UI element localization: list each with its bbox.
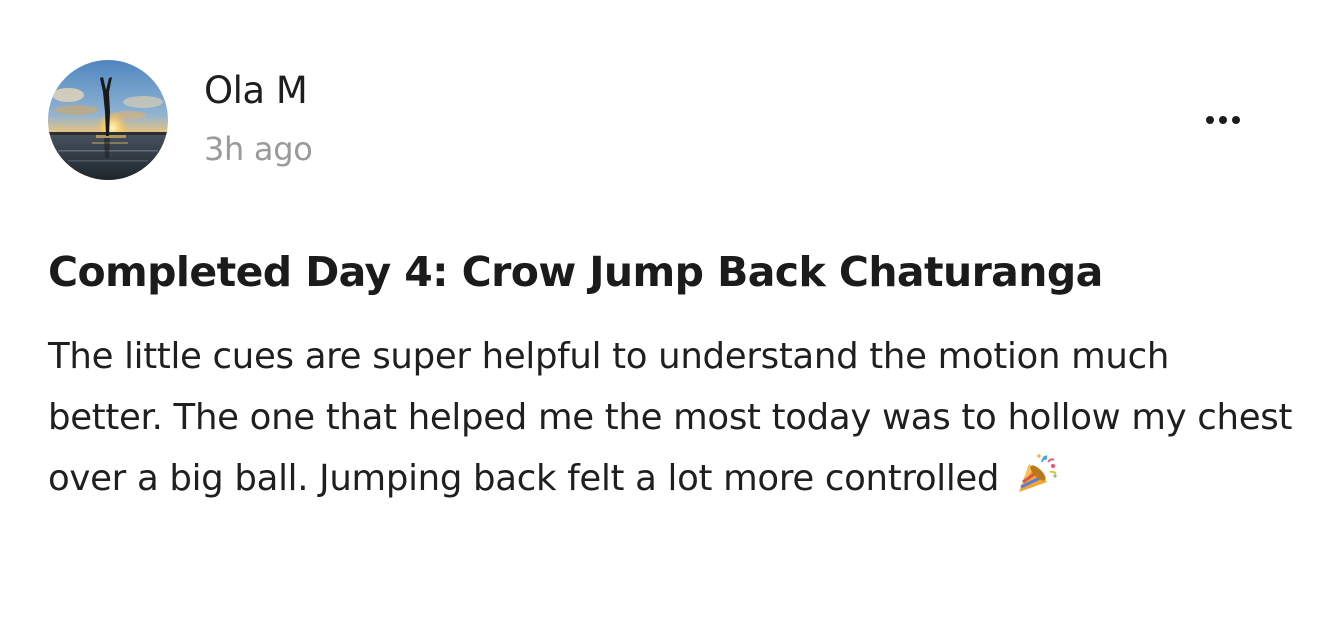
post-title: Completed Day 4: Crow Jump Back Chaturan… (48, 248, 1103, 296)
post-body-text: The little cues are super helpful to und… (48, 336, 1293, 499)
author-name[interactable]: Ola M (204, 68, 308, 114)
post-card: Ola M 3h ago Completed Day 4: Crow Jump … (0, 0, 1320, 630)
more-options-button[interactable] (1192, 102, 1254, 138)
post-timestamp: 3h ago (204, 130, 313, 168)
avatar[interactable] (48, 60, 168, 180)
more-horizontal-icon (1206, 116, 1240, 124)
avatar-image (48, 60, 168, 180)
party-popper-icon (1015, 452, 1059, 515)
post-body: The little cues are super helpful to und… (48, 326, 1293, 515)
